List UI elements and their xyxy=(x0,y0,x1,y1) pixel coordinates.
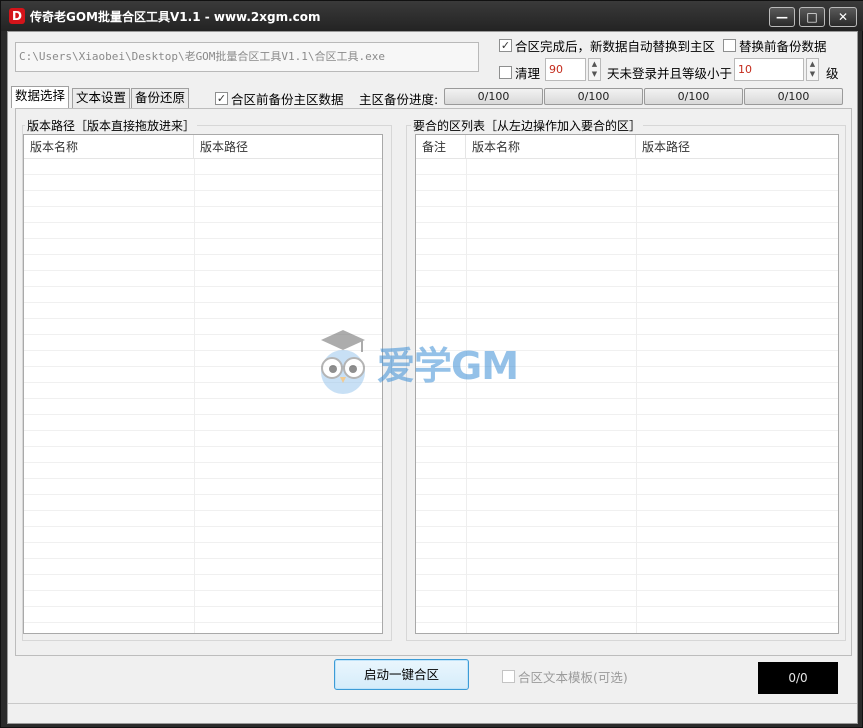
column-version-path[interactable]: 版本路径 xyxy=(636,135,838,159)
checkbox-unchecked-icon xyxy=(723,39,736,52)
clean-checkbox[interactable]: 清理 xyxy=(499,63,540,82)
checkbox-checked-icon: ✓ xyxy=(499,39,512,52)
column-divider xyxy=(466,159,467,633)
backup-progress-bar-3: 0/100 xyxy=(644,88,743,105)
checkbox-unchecked-icon xyxy=(499,66,512,79)
checkbox-unchecked-icon xyxy=(502,670,515,683)
app-icon: D xyxy=(9,8,25,24)
backup-progress-bar-4: 0/100 xyxy=(744,88,843,105)
spin-up-icon[interactable]: ▲ xyxy=(589,59,600,69)
auto-replace-checkbox[interactable]: ✓ 合区完成后，新数据自动替换到主区 xyxy=(499,36,715,55)
checkbox-checked-icon: ✓ xyxy=(215,92,228,105)
merge-list-group-title: 要合的区列表［从左边操作加入要合的区］ xyxy=(411,117,644,134)
close-button[interactable]: ✕ xyxy=(829,7,857,27)
owl-logo-icon xyxy=(321,330,365,394)
column-remark[interactable]: 备注 xyxy=(416,135,466,159)
merge-counter: 0/0 xyxy=(758,662,838,694)
minimize-button[interactable]: — xyxy=(769,7,795,27)
tab-text-settings[interactable]: 文本设置 xyxy=(72,88,131,108)
column-version-name[interactable]: 版本名称 xyxy=(466,135,636,159)
backup-progress-bar-2: 0/100 xyxy=(544,88,643,105)
column-divider xyxy=(636,159,637,633)
merge-list-body[interactable] xyxy=(416,159,838,633)
level-input[interactable] xyxy=(735,59,803,80)
backup-progress-label: 主区备份进度: xyxy=(359,92,439,107)
backup-before-replace-checkbox[interactable]: 替换前备份数据 xyxy=(723,36,827,55)
column-version-name[interactable]: 版本名称 xyxy=(24,135,194,159)
start-merge-button[interactable]: 启动一键合区 xyxy=(334,659,469,690)
version-list-header: 版本名称 版本路径 xyxy=(24,135,382,159)
column-version-path[interactable]: 版本路径 xyxy=(194,135,382,159)
column-divider xyxy=(194,159,195,633)
maximize-button[interactable]: □ xyxy=(799,7,825,27)
merge-list-header: 备注 版本名称 版本路径 xyxy=(416,135,838,159)
auto-replace-label: 合区完成后，新数据自动替换到主区 xyxy=(515,39,716,54)
template-label: 合区文本模板(可选) xyxy=(518,670,628,685)
watermark-text: 爱学GM xyxy=(377,343,519,388)
backup-main-checkbox[interactable]: ✓ 合区前备份主区数据 xyxy=(215,89,344,108)
app-window: D 传奇老GOM批量合区工具V1.1 - www.2xgm.com — □ ✕ … xyxy=(0,0,863,728)
backup-main-label: 合区前备份主区数据 xyxy=(231,92,344,107)
days-label: 天未登录并且等级小于 xyxy=(607,66,733,81)
level-spinner[interactable]: ▲ ▼ xyxy=(806,58,819,81)
title-bar[interactable]: D 传奇老GOM批量合区工具V1.1 - www.2xgm.com — □ ✕ xyxy=(1,1,863,31)
days-spinner[interactable]: ▲ ▼ xyxy=(588,58,601,81)
version-path-group-title: 版本路径［版本直接拖放进来］ xyxy=(25,117,198,134)
status-bar xyxy=(8,703,857,723)
spin-down-icon[interactable]: ▼ xyxy=(589,69,600,79)
watermark-logo: 爱学GM xyxy=(313,328,519,396)
level-input-box xyxy=(734,58,804,81)
clean-label: 清理 xyxy=(515,66,541,81)
version-list-body[interactable] xyxy=(24,159,382,633)
window-title: 传奇老GOM批量合区工具V1.1 - www.2xgm.com xyxy=(30,10,321,24)
backup-before-replace-label: 替换前备份数据 xyxy=(739,39,827,54)
days-input-box xyxy=(545,58,586,81)
tab-backup-restore[interactable]: 备份还原 xyxy=(131,88,190,108)
days-input[interactable] xyxy=(546,59,585,80)
spin-down-icon[interactable]: ▼ xyxy=(807,69,818,79)
spin-up-icon[interactable]: ▲ xyxy=(807,59,818,69)
level-label: 级 xyxy=(826,66,839,81)
backup-progress-bar-1: 0/100 xyxy=(444,88,543,105)
template-checkbox[interactable]: 合区文本模板(可选) xyxy=(502,667,628,686)
exe-path-field[interactable]: C:\Users\Xiaobei\Desktop\老GOM批量合区工具V1.1\… xyxy=(15,42,479,72)
tab-data-select[interactable]: 数据选择 xyxy=(11,86,70,108)
